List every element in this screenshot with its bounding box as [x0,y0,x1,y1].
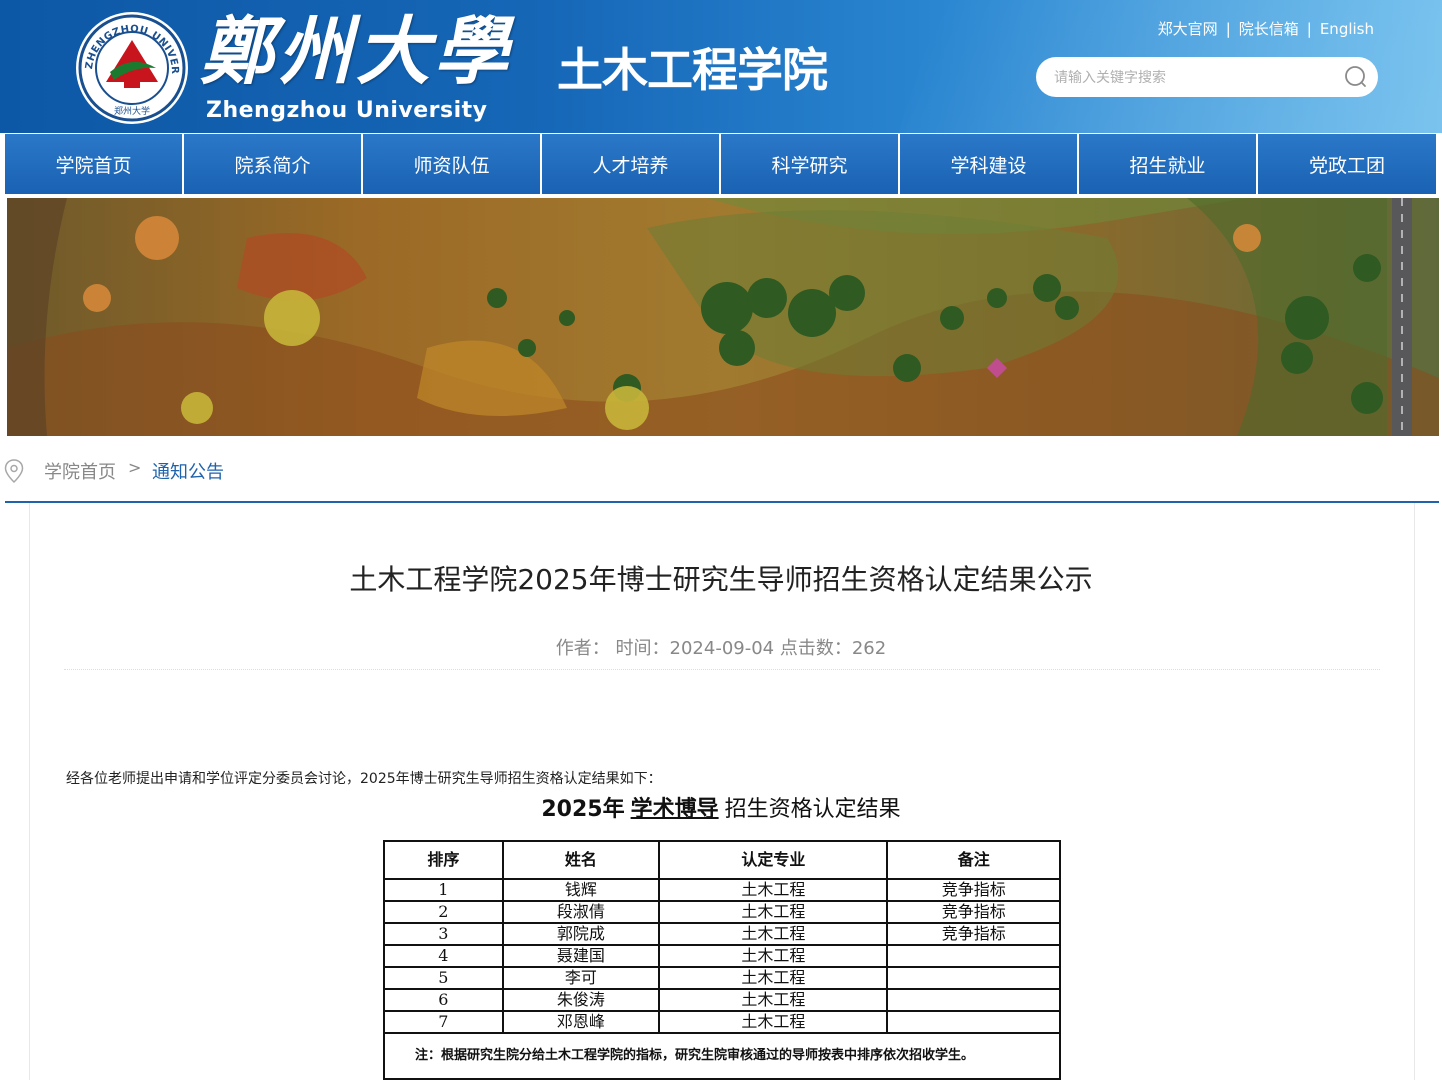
table-title-year: 2025年 [541,797,625,822]
university-name-chinese: 鄭州大學 [200,9,512,95]
cell-remark: 竞争指标 [886,900,1061,924]
table-row: 7 邓恩峰 土木工程 [383,1010,1061,1034]
results-table: 排序 姓名 认定专业 备注 1 钱辉 土木工程 竞争指标 2 段淑倩 土木工程 … [383,840,1061,1080]
school-name: 土木工程学院 [557,43,828,97]
cell-rank: 4 [383,944,504,968]
search-icon[interactable] [1344,65,1368,89]
cell-remark: 竞争指标 [886,878,1061,902]
cell-remark [886,988,1061,1012]
cell-rank: 6 [383,988,504,1012]
cell-name: 李可 [501,966,661,990]
table-title-kind: 学术博导 [630,797,719,822]
cell-rank: 5 [383,966,504,990]
table-row: 3 郭院成 土木工程 竞争指标 [383,922,1061,946]
search-input[interactable] [1052,65,1326,91]
breadcrumb-separator: > [128,458,142,477]
cell-rank: 3 [383,922,504,946]
nav-item-education[interactable]: 人才培养 [542,134,719,194]
header-major: 认定专业 [658,840,889,880]
table-header-row: 排序 姓名 认定专业 备注 [383,840,1061,880]
meta-divider [64,669,1380,671]
nav-item-admission[interactable]: 招生就业 [1079,134,1256,194]
top-links: 郑大官网 | 院长信箱 | English [1158,18,1374,39]
cell-major: 土木工程 [658,900,889,924]
nav-item-discipline[interactable]: 学科建设 [900,134,1077,194]
cell-major: 土木工程 [658,944,889,968]
cell-remark: 竞争指标 [886,922,1061,946]
cell-name: 邓恩峰 [501,1010,661,1034]
link-english[interactable]: English [1320,20,1374,38]
cell-remark [886,966,1061,990]
nav-item-faculty[interactable]: 师资队伍 [363,134,540,194]
cell-remark [886,1010,1061,1034]
table-row: 6 朱俊涛 土木工程 [383,988,1061,1012]
campus-aerial-banner-image [7,198,1439,436]
cell-major: 土木工程 [658,966,889,990]
table-note: 注：根据研究生院分给土木工程学院的指标，研究生院审核通过的导师按表中排序依次招收… [383,1032,1061,1080]
table-row: 2 段淑倩 土木工程 竞争指标 [383,900,1061,924]
table-title: 2025年 学术博导 招生资格认定结果 [0,791,1442,823]
header-rank: 排序 [383,840,504,880]
article-intro: 经各位老师提出申请和学位评定分委员会讨论，2025年博士研究生导师招生资格认定结… [66,771,662,787]
cell-major: 土木工程 [658,988,889,1012]
nav-item-party[interactable]: 党政工团 [1258,134,1436,194]
breadcrumb-home-link[interactable]: 学院首页 [44,458,116,484]
nav-item-research[interactable]: 科学研究 [721,134,898,194]
location-pin-icon [4,459,24,483]
cell-major: 土木工程 [658,1010,889,1034]
university-emblem-logo[interactable]: ZHENGZHOU UNIVERSITY 郑州大学 [74,10,190,126]
nav-item-home[interactable]: 学院首页 [5,134,182,194]
cell-rank: 7 [383,1010,504,1034]
header-name: 姓名 [501,840,661,880]
nav-item-about[interactable]: 院系简介 [184,134,361,194]
university-name-english: Zhengzhou University [206,98,488,123]
link-university-site[interactable]: 郑大官网 [1158,20,1218,38]
breadcrumb-current-link[interactable]: 通知公告 [152,458,224,484]
cell-rank: 1 [383,878,504,902]
cell-rank: 2 [383,900,504,924]
site-header: ZHENGZHOU UNIVERSITY 郑州大学 鄭州大學 Zhengzhou… [0,0,1442,133]
main-nav: 学院首页 院系简介 师资队伍 人才培养 科学研究 学科建设 招生就业 党政工团 [0,133,1442,195]
link-dean-mailbox[interactable]: 院长信箱 [1239,20,1299,38]
table-row: 4 聂建国 土木工程 [383,944,1061,968]
cell-major: 土木工程 [658,922,889,946]
search-box [1036,57,1378,97]
cell-name: 朱俊涛 [501,988,661,1012]
cell-major: 土木工程 [658,878,889,902]
article-meta: 作者： 时间：2024-09-04 点击数：262 [555,638,887,659]
header-remark: 备注 [886,840,1061,880]
cell-remark [886,944,1061,968]
emblem-bottom-text: 郑州大学 [114,105,150,117]
cell-name: 郭院成 [501,922,661,946]
cell-name: 钱辉 [501,878,661,902]
link-separator: | [1225,20,1231,38]
table-title-rest: 招生资格认定结果 [724,797,901,822]
cell-name: 聂建国 [501,944,661,968]
table-note-row: 注：根据研究生院分给土木工程学院的指标，研究生院审核通过的导师按表中排序依次招收… [383,1032,1061,1080]
cell-name: 段淑倩 [501,900,661,924]
article-title: 土木工程学院2025年博士研究生导师招生资格认定结果公示 [349,563,1093,596]
table-row: 1 钱辉 土木工程 竞争指标 [383,878,1061,902]
link-separator: | [1306,20,1312,38]
table-row: 5 李可 土木工程 [383,966,1061,990]
breadcrumb: 学院首页 > 通知公告 [0,448,1442,492]
